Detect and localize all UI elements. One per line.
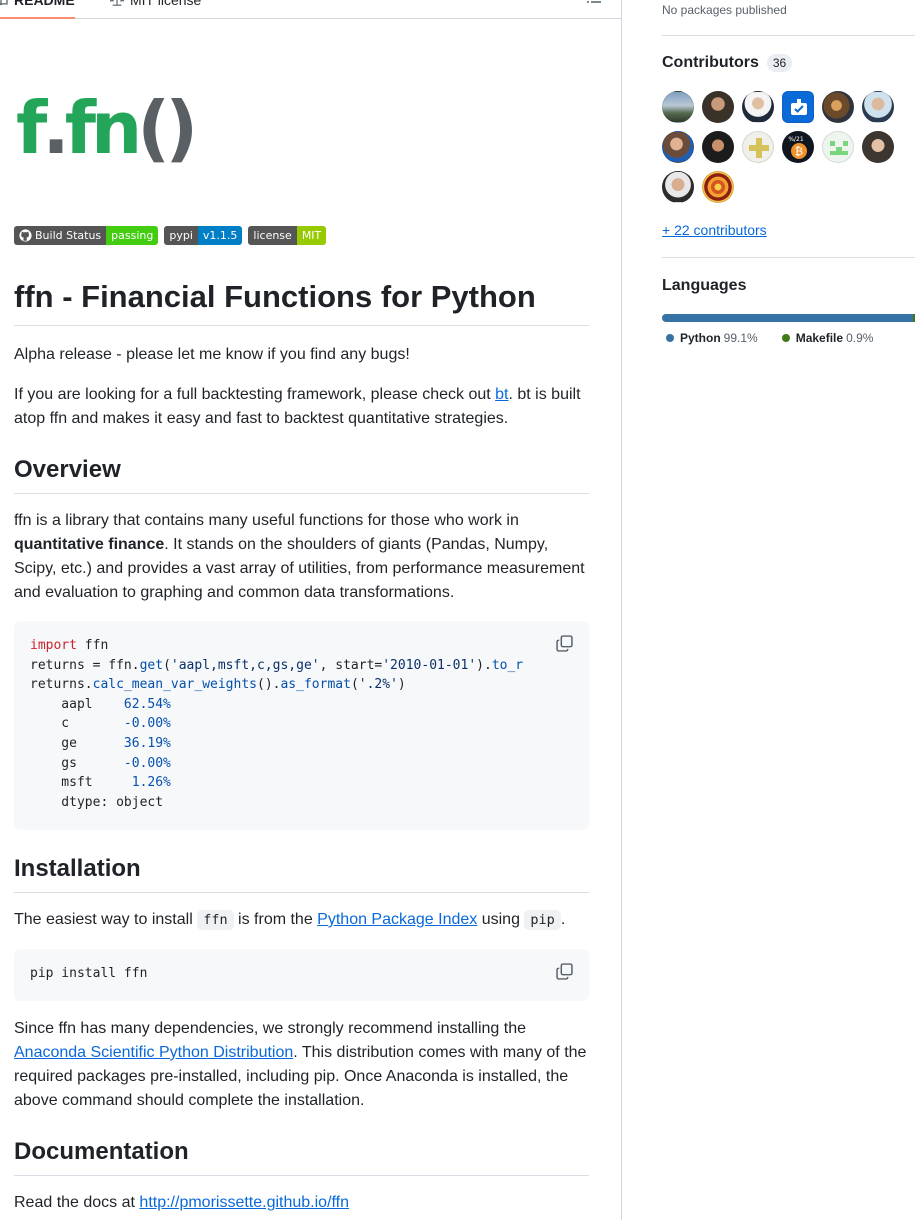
build-status-badge[interactable]: Build Status passing xyxy=(14,226,159,245)
inline-code-pip: pip xyxy=(524,910,561,930)
language-item-python[interactable]: Python 99.1% xyxy=(666,331,758,345)
svg-text:₿: ₿ xyxy=(795,145,803,158)
overview-heading: Overview xyxy=(14,455,589,494)
contributor-avatars: ₿ %/21 xyxy=(662,91,902,203)
bt-link[interactable]: bt xyxy=(495,386,508,403)
pypi-link[interactable]: Python Package Index xyxy=(317,911,477,928)
bt-paragraph: If you are looking for a full backtestin… xyxy=(14,386,581,427)
documentation-heading: Documentation xyxy=(14,1137,589,1176)
language-list: Python 99.1% Makefile 0.9% xyxy=(666,331,873,345)
usage-code-block: import ffn returns = ffn.get('aapl,msft,… xyxy=(14,621,589,830)
tab-active-underline xyxy=(0,17,75,19)
avatar[interactable] xyxy=(662,131,694,163)
pypi-badge[interactable]: pypi v1.1.5 xyxy=(164,226,243,245)
law-icon xyxy=(110,0,124,6)
install-code: pip install ffn xyxy=(30,966,148,981)
avatar[interactable] xyxy=(862,91,894,123)
avatar[interactable] xyxy=(662,171,694,203)
anaconda-link[interactable]: Anaconda Scientific Python Distribution xyxy=(14,1044,293,1061)
badge-row: Build Status passing pypi v1.1.5 license… xyxy=(14,226,327,245)
github-icon xyxy=(19,229,32,242)
avatar[interactable] xyxy=(702,131,734,163)
contributors-count-badge: 36 xyxy=(766,54,793,72)
tab-license[interactable]: MIT license xyxy=(110,0,201,8)
list-unordered-icon[interactable] xyxy=(586,0,602,5)
language-bar xyxy=(662,314,915,322)
usage-code: import ffn returns = ffn.get('aapl,msft,… xyxy=(30,638,524,810)
avatar[interactable] xyxy=(782,91,814,123)
avatar[interactable] xyxy=(822,91,854,123)
avatar[interactable]: ₿ %/21 xyxy=(782,131,814,163)
inline-code-ffn: ffn xyxy=(197,910,234,930)
book-icon xyxy=(0,0,8,6)
docs-link[interactable]: http://pmorissette.github.io/ffn xyxy=(139,1194,349,1211)
python-color-dot xyxy=(666,334,674,342)
language-item-makefile[interactable]: Makefile 0.9% xyxy=(781,331,873,345)
ffn-logo: f. fn() xyxy=(16,86,198,170)
tab-readme[interactable]: README xyxy=(0,0,75,19)
identicon xyxy=(830,141,848,155)
docs-paragraph: Read the docs at http://pmorissette.gith… xyxy=(14,1194,350,1211)
no-packages-text: No packages published xyxy=(662,3,787,17)
readme-panel: README MIT license f. fn() Build Status p… xyxy=(0,0,622,1220)
language-bar-segment xyxy=(662,314,913,322)
avatar[interactable] xyxy=(862,131,894,163)
install-code-block: pip install ffn xyxy=(14,949,589,1001)
avatar[interactable] xyxy=(742,91,774,123)
copy-icon[interactable] xyxy=(556,963,573,980)
dependencies-paragraph: Since ffn has many dependencies, we stro… xyxy=(14,1020,587,1109)
copy-icon[interactable] xyxy=(556,635,573,652)
tab-license-label: MIT license xyxy=(130,0,202,8)
avatar[interactable] xyxy=(742,131,774,163)
overview-paragraph: ffn is a library that contains many usef… xyxy=(14,512,585,601)
identicon xyxy=(749,138,769,158)
bitcoin-avatar-icon: ₿ %/21 xyxy=(788,136,807,159)
readme-title: ffn - Financial Functions for Python xyxy=(14,277,589,326)
license-badge[interactable]: license MIT xyxy=(248,226,327,245)
languages-heading: Languages xyxy=(662,277,747,294)
sidebar-divider xyxy=(662,257,915,258)
tab-readme-label: README xyxy=(14,0,75,8)
readme-tab-bar: README MIT license xyxy=(0,0,621,19)
repo-sidebar: No packages published Contributors 36 ₿%… xyxy=(622,0,915,1220)
install-paragraph: The easiest way to install ffn is from t… xyxy=(14,910,566,930)
installation-heading: Installation xyxy=(14,854,589,893)
alpha-notice: Alpha release - please let me know if yo… xyxy=(14,346,410,363)
more-contributors-link[interactable]: + 22 contributors xyxy=(662,222,767,238)
sidebar-divider xyxy=(662,35,915,36)
makefile-color-dot xyxy=(781,334,790,342)
avatar[interactable] xyxy=(662,91,694,123)
dependabot-icon xyxy=(791,99,807,115)
contributors-heading[interactable]: Contributors 36 xyxy=(662,54,793,72)
avatar[interactable] xyxy=(702,171,734,203)
avatar[interactable] xyxy=(702,91,734,123)
avatar[interactable] xyxy=(822,131,854,163)
svg-text:%/21: %/21 xyxy=(788,136,804,143)
